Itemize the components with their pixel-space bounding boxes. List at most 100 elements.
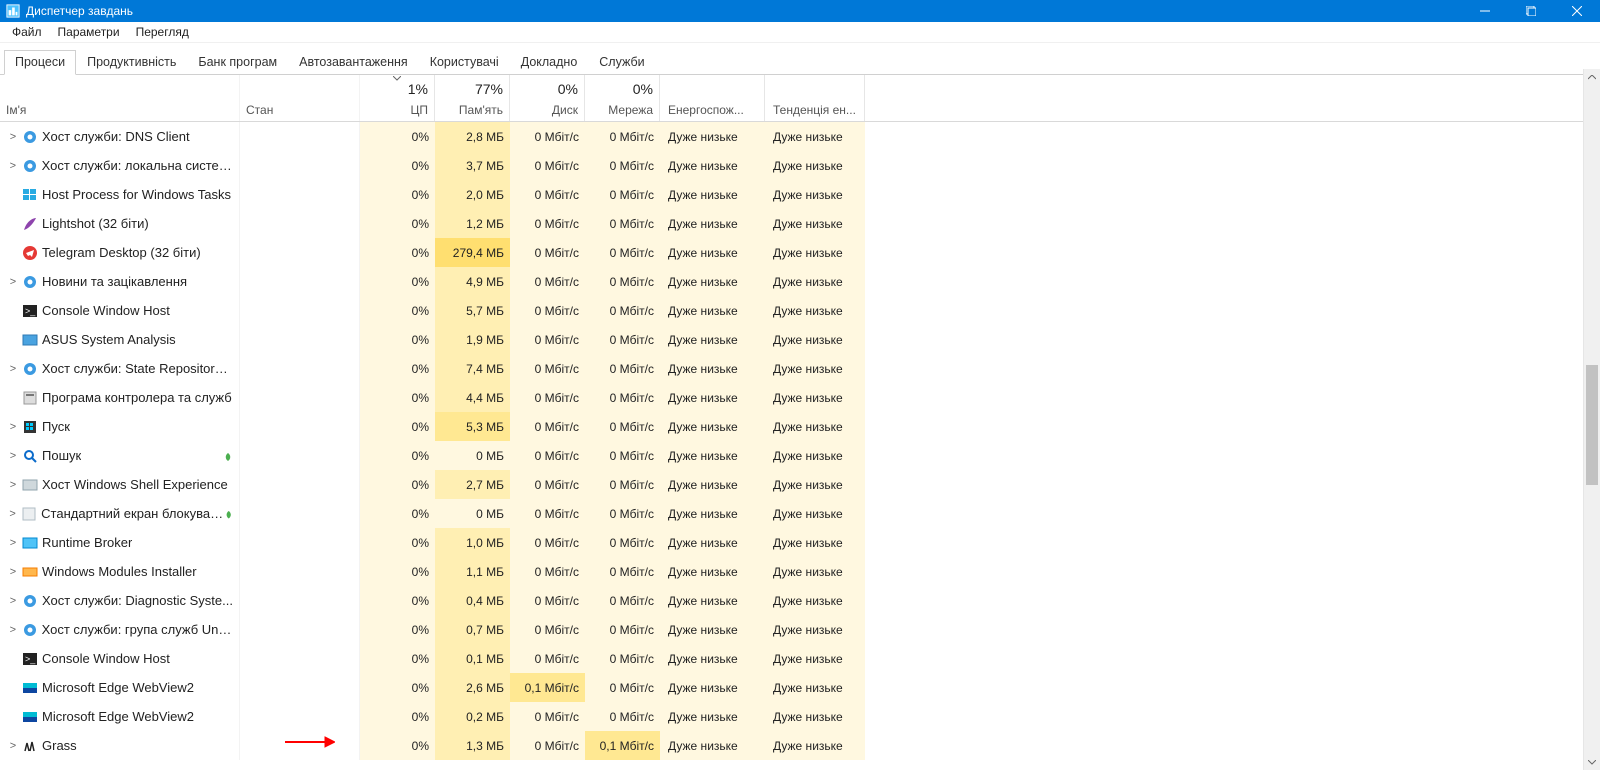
expand-toggle-icon[interactable]: > — [6, 508, 19, 520]
menu-view[interactable]: Перегляд — [128, 23, 197, 41]
col-network[interactable]: 0%Мережа — [585, 75, 660, 121]
table-row[interactable]: Lightshot (32 біти)0%1,2 МБ0 Мбіт/с0 Мбі… — [0, 209, 1600, 238]
process-name: Windows Modules Installer — [42, 564, 197, 579]
table-row[interactable]: >Grass0%1,3 МБ0 Мбіт/с0,1 Мбіт/сДуже низ… — [0, 731, 1600, 760]
expand-toggle-icon[interactable]: > — [6, 479, 20, 491]
table-row[interactable]: >Хост служби: група служб Unis...0%0,7 М… — [0, 615, 1600, 644]
cell-status — [240, 122, 360, 151]
expand-toggle-icon[interactable]: > — [6, 740, 20, 752]
cell-trend: Дуже низьке — [765, 586, 865, 615]
table-row[interactable]: >_Console Window Host0%0,1 МБ0 Мбіт/с0 М… — [0, 644, 1600, 673]
cell-cpu: 0% — [360, 644, 435, 673]
cell-energy: Дуже низьке — [660, 325, 765, 354]
table-row[interactable]: >Runtime Broker0%1,0 МБ0 Мбіт/с0 Мбіт/сД… — [0, 528, 1600, 557]
cell-memory: 1,0 МБ — [435, 528, 510, 557]
cell-trend: Дуже низьке — [765, 122, 865, 151]
cell-disk: 0 Мбіт/с — [510, 586, 585, 615]
menu-options[interactable]: Параметри — [50, 23, 128, 41]
table-row[interactable]: >Хост служби: State Repository ...0%7,4 … — [0, 354, 1600, 383]
tab-5[interactable]: Докладно — [510, 50, 589, 75]
cell-name: >Хост служби: State Repository ... — [0, 354, 240, 383]
tab-6[interactable]: Служби — [588, 50, 655, 75]
scroll-down-button[interactable] — [1584, 754, 1600, 770]
table-row[interactable]: Host Process for Windows Tasks0%2,0 МБ0 … — [0, 180, 1600, 209]
col-disk[interactable]: 0%Диск — [510, 75, 585, 121]
table-row[interactable]: >Хост служби: Diagnostic Syste...0%0,4 М… — [0, 586, 1600, 615]
tab-4[interactable]: Користувачі — [419, 50, 510, 75]
cell-name: >Хост служби: Diagnostic Syste... — [0, 586, 240, 615]
table-row[interactable]: Microsoft Edge WebView20%2,6 МБ0,1 Мбіт/… — [0, 673, 1600, 702]
expand-toggle-icon[interactable]: > — [6, 566, 20, 578]
col-memory[interactable]: 77%Пам'ять — [435, 75, 510, 121]
expand-toggle-icon[interactable]: > — [6, 131, 20, 143]
cell-trend: Дуже низьке — [765, 615, 865, 644]
cell-memory: 0,2 МБ — [435, 702, 510, 731]
table-row[interactable]: >_Console Window Host0%5,7 МБ0 Мбіт/с0 М… — [0, 296, 1600, 325]
cell-memory: 1,1 МБ — [435, 557, 510, 586]
expand-toggle-icon[interactable]: > — [6, 276, 20, 288]
cell-disk: 0 Мбіт/с — [510, 238, 585, 267]
gear-icon — [22, 158, 38, 174]
expand-toggle-icon[interactable]: > — [6, 421, 20, 433]
table-row[interactable]: >Windows Modules Installer0%1,1 МБ0 Мбіт… — [0, 557, 1600, 586]
col-name[interactable]: Ім'я — [0, 75, 240, 121]
cell-disk: 0 Мбіт/с — [510, 470, 585, 499]
cell-memory: 7,4 МБ — [435, 354, 510, 383]
table-row[interactable]: >Хост Windows Shell Experience0%2,7 МБ0 … — [0, 470, 1600, 499]
tab-3[interactable]: Автозавантаження — [288, 50, 419, 75]
expand-toggle-icon[interactable]: > — [6, 595, 20, 607]
table-row[interactable]: Microsoft Edge WebView20%0,2 МБ0 Мбіт/с0… — [0, 702, 1600, 731]
scroll-track[interactable] — [1584, 85, 1600, 754]
cell-network: 0 Мбіт/с — [585, 470, 660, 499]
cell-name: >_Console Window Host — [0, 644, 240, 673]
cell-cpu: 0% — [360, 383, 435, 412]
table-row[interactable]: >Пошук0%0 МБ0 Мбіт/с0 Мбіт/сДуже низькеД… — [0, 441, 1600, 470]
expand-toggle-icon[interactable]: > — [6, 537, 20, 549]
menu-file[interactable]: Файл — [4, 23, 50, 41]
scroll-up-button[interactable] — [1584, 69, 1600, 85]
close-button[interactable] — [1554, 0, 1600, 22]
scroll-thumb[interactable] — [1586, 365, 1598, 485]
cell-disk: 0 Мбіт/с — [510, 499, 585, 528]
tab-2[interactable]: Банк програм — [187, 50, 288, 75]
tab-0[interactable]: Процеси — [4, 50, 76, 75]
cell-trend: Дуже низьке — [765, 209, 865, 238]
svg-text:>_: >_ — [25, 306, 36, 316]
table-row[interactable]: >Хост служби: DNS Client0%2,8 МБ0 Мбіт/с… — [0, 122, 1600, 151]
maximize-button[interactable] — [1508, 0, 1554, 22]
col-cpu[interactable]: 1%ЦП — [360, 75, 435, 121]
vertical-scrollbar[interactable] — [1583, 69, 1600, 770]
expand-toggle-icon[interactable]: > — [6, 160, 20, 172]
cell-trend: Дуже низьке — [765, 412, 865, 441]
grass-icon — [22, 738, 38, 754]
cell-cpu: 0% — [360, 673, 435, 702]
minimize-button[interactable] — [1462, 0, 1508, 22]
expand-toggle-icon[interactable]: > — [6, 450, 20, 462]
expand-toggle-icon[interactable]: > — [6, 363, 20, 375]
gear-icon — [22, 274, 38, 290]
tab-1[interactable]: Продуктивність — [76, 50, 187, 75]
cell-name: ASUS System Analysis — [0, 325, 240, 354]
cell-memory: 3,7 МБ — [435, 151, 510, 180]
table-header: Ім'я Стан 1%ЦП 77%Пам'ять 0%Диск 0%Мереж… — [0, 75, 1600, 122]
cell-energy: Дуже низьке — [660, 296, 765, 325]
table-row[interactable]: >Хост служби: локальна систем...0%3,7 МБ… — [0, 151, 1600, 180]
cell-memory: 0,1 МБ — [435, 644, 510, 673]
cell-trend: Дуже низьке — [765, 296, 865, 325]
table-row[interactable]: >Пуск0%5,3 МБ0 Мбіт/с0 Мбіт/сДуже низьке… — [0, 412, 1600, 441]
cell-trend: Дуже низьке — [765, 528, 865, 557]
table-row[interactable]: >Новини та зацікавлення0%4,9 МБ0 Мбіт/с0… — [0, 267, 1600, 296]
col-energy[interactable]: Енергоспож... — [660, 75, 765, 121]
cell-status — [240, 209, 360, 238]
cell-network: 0 Мбіт/с — [585, 702, 660, 731]
col-status[interactable]: Стан — [240, 75, 360, 121]
cell-name: >_Console Window Host — [0, 296, 240, 325]
cell-cpu: 0% — [360, 412, 435, 441]
edge-icon — [22, 709, 38, 725]
table-row[interactable]: ASUS System Analysis0%1,9 МБ0 Мбіт/с0 Мб… — [0, 325, 1600, 354]
col-trend[interactable]: Тенденція ен... — [765, 75, 865, 121]
table-row[interactable]: >Стандартний екран блокуванн...0%0 МБ0 М… — [0, 499, 1600, 528]
table-row[interactable]: Telegram Desktop (32 біти)0%279,4 МБ0 Мб… — [0, 238, 1600, 267]
table-row[interactable]: Програма контролера та служб0%4,4 МБ0 Мб… — [0, 383, 1600, 412]
expand-toggle-icon[interactable]: > — [6, 624, 20, 636]
